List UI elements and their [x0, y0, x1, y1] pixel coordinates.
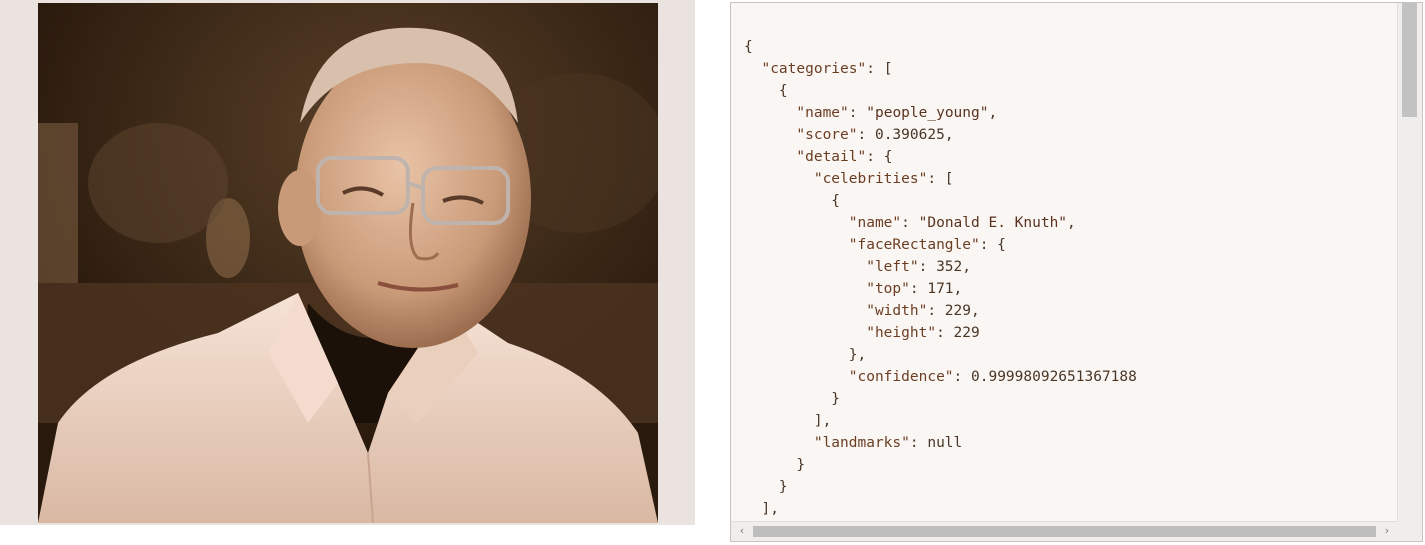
json-token: : — [901, 215, 919, 231]
vertical-scroll-thumb[interactable] — [1402, 3, 1417, 117]
json-line: "left": 352, — [744, 256, 1392, 278]
json-token: { — [744, 83, 788, 99]
json-token: "faceRectangle" — [848, 237, 980, 253]
json-line: } — [744, 476, 1392, 498]
json-token: } — [744, 457, 806, 473]
json-token: : { — [979, 237, 1006, 253]
json-line: "celebrities": [ — [744, 168, 1392, 190]
json-token: ], — [744, 501, 779, 517]
json-token: : — [918, 259, 937, 275]
json-token: ], — [744, 413, 832, 429]
json-content: { "categories": [ { "name": "people_youn… — [744, 36, 1392, 519]
json-line: "name": "people_young", — [744, 102, 1392, 124]
scroll-right-arrow-icon[interactable]: › — [1378, 523, 1396, 539]
scroll-left-arrow-icon[interactable]: ‹ — [733, 523, 751, 539]
json-line: { — [744, 190, 1392, 212]
json-token: 171 — [927, 281, 954, 297]
json-line: "detail": { — [744, 146, 1392, 168]
json-token: "celebrities" — [813, 171, 928, 187]
json-token: "score" — [796, 127, 858, 143]
json-token: "categories" — [761, 61, 867, 77]
json-token: 352 — [936, 259, 963, 275]
json-token: : — [936, 325, 954, 341]
json-line: "height": 229 — [744, 322, 1392, 344]
json-line: ], — [744, 410, 1392, 432]
json-token: , — [953, 281, 963, 297]
json-token: "left" — [866, 259, 919, 275]
json-line: "categories": [ — [744, 58, 1392, 80]
json-viewer[interactable]: { "categories": [ { "name": "people_youn… — [730, 2, 1423, 542]
json-token: 229 — [953, 325, 980, 341]
horizontal-scroll-thumb[interactable] — [753, 526, 1376, 537]
json-line: "faceRectangle": { — [744, 234, 1392, 256]
json-token: } — [744, 479, 788, 495]
json-line: { — [744, 80, 1392, 102]
json-token: null — [927, 435, 963, 451]
json-line: "score": 0.390625, — [744, 124, 1392, 146]
json-token: 229 — [944, 303, 971, 319]
json-line: "name": "Donald E. Knuth", — [744, 212, 1392, 234]
json-line: "width": 229, — [744, 300, 1392, 322]
json-token: "people_young" — [866, 105, 989, 121]
json-token: 0.99998092651367188 — [971, 369, 1137, 385]
json-token: : — [953, 369, 971, 385]
horizontal-scrollbar[interactable]: ‹ › — [731, 521, 1398, 541]
json-token: , — [944, 127, 954, 143]
json-token: "top" — [866, 281, 910, 297]
json-token: , — [1067, 215, 1076, 231]
json-token: "landmarks" — [813, 435, 910, 451]
json-line: }, — [744, 344, 1392, 366]
image-panel — [0, 0, 695, 525]
json-line: "confidence": 0.99998092651367188 — [744, 366, 1392, 388]
json-token: "confidence" — [848, 369, 954, 385]
json-token: : — [857, 127, 875, 143]
json-line: ], — [744, 498, 1392, 519]
json-token: : — [909, 435, 928, 451]
json-token: { — [744, 193, 841, 209]
json-token: , — [971, 303, 980, 319]
vertical-scrollbar[interactable] — [1397, 3, 1422, 522]
json-line: } — [744, 388, 1392, 410]
json-line: } — [744, 454, 1392, 476]
json-token: "name" — [796, 105, 849, 121]
json-line: "top": 171, — [744, 278, 1392, 300]
json-token: : — [927, 303, 945, 319]
json-token: "Donald E. Knuth" — [918, 215, 1068, 231]
json-token: : { — [866, 149, 893, 165]
json-token: , — [988, 105, 998, 121]
json-token: "detail" — [796, 149, 867, 165]
json-token: "height" — [866, 325, 937, 341]
json-token: : [ — [927, 171, 954, 187]
json-token: "width" — [866, 303, 928, 319]
json-token: , — [962, 259, 972, 275]
json-line: { — [744, 36, 1392, 58]
json-token: : — [909, 281, 928, 297]
json-token: 0.390625 — [874, 127, 945, 143]
portrait-photo — [38, 3, 658, 523]
json-token: { — [744, 39, 753, 55]
json-token: }, — [744, 347, 867, 363]
json-token: : [ — [866, 61, 893, 77]
json-token: } — [744, 391, 841, 407]
json-token: "name" — [848, 215, 902, 231]
scrollbar-corner — [1398, 522, 1422, 541]
json-line: "landmarks": null — [744, 432, 1392, 454]
json-token: : — [848, 105, 867, 121]
